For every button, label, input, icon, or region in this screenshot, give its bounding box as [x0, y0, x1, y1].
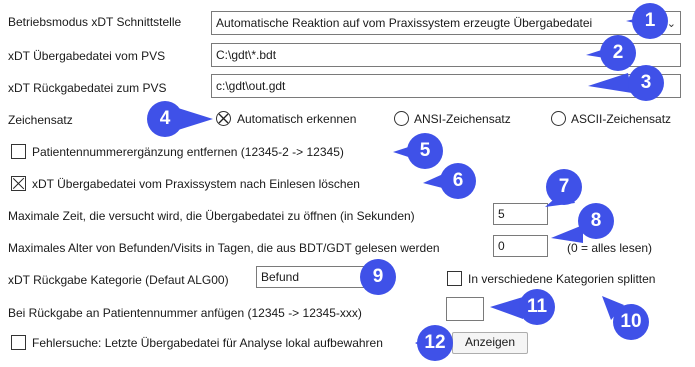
callout-badge-7: 7: [546, 169, 582, 205]
callout-badge-4: 4: [147, 101, 183, 137]
callout-badge-10: 10: [613, 304, 649, 340]
callout-badge-12: 12: [417, 325, 453, 361]
callout-arrow-8: [551, 225, 583, 243]
callout-badge-3: 3: [628, 65, 664, 101]
callout-arrow-3: [588, 73, 632, 93]
callout-badge-11: 11: [519, 289, 555, 325]
callout-arrows: [178, 13, 660, 354]
callout-badge-6: 6: [440, 163, 476, 199]
callout-badge-2: 2: [600, 35, 636, 71]
callout-arrow-4: [178, 108, 213, 130]
callout-badge-5: 5: [407, 133, 443, 169]
callout-badge-9: 9: [360, 259, 396, 295]
callout-badge-1: 1: [632, 3, 668, 39]
callout-badge-8: 8: [578, 203, 614, 239]
